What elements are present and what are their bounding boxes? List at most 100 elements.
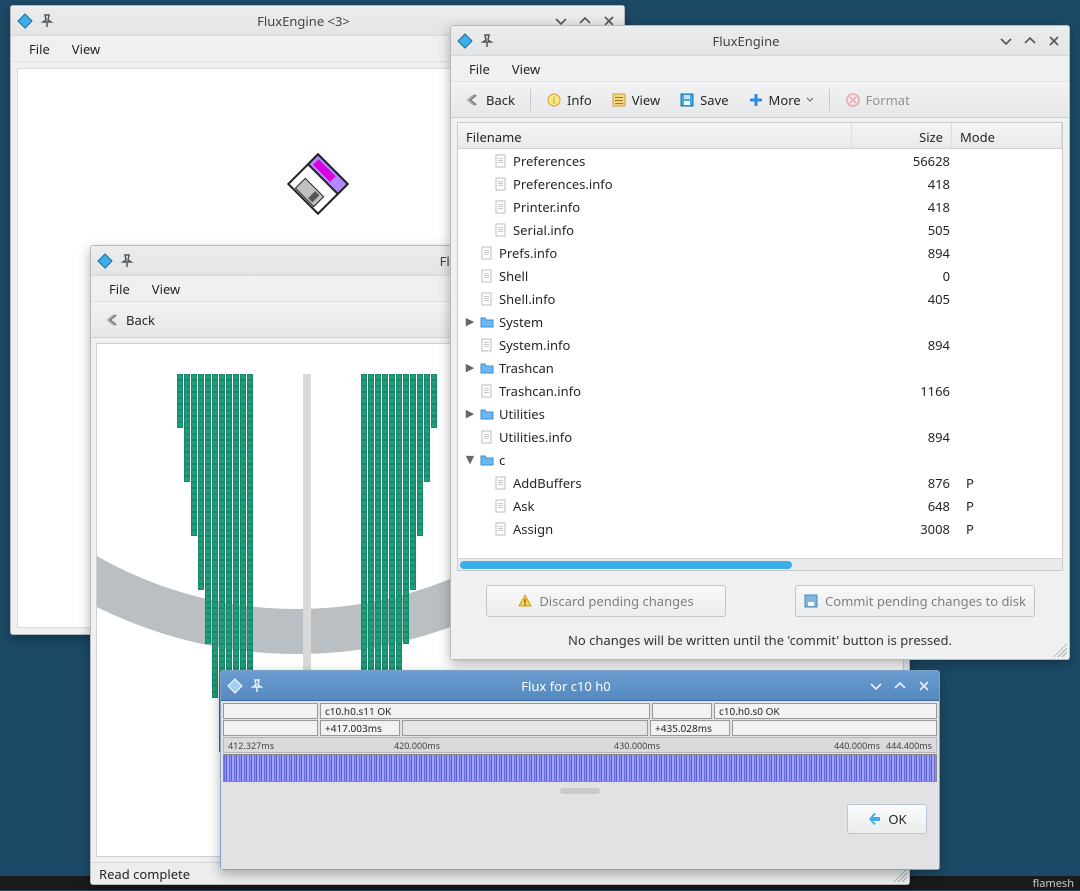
table-body[interactable]: Preferences56628Preferences.info418Print…: [458, 149, 1062, 558]
time-label[interactable]: +435.028ms: [650, 720, 730, 736]
file-size: 3008: [858, 520, 958, 538]
file-name: Utilities: [496, 405, 858, 423]
col-filename[interactable]: Filename: [458, 123, 852, 148]
segment[interactable]: [732, 720, 937, 736]
pin-icon[interactable]: [119, 253, 135, 269]
table-row[interactable]: Preferences56628: [458, 149, 1062, 172]
timing-row[interactable]: +417.003ms +435.028ms: [223, 720, 937, 736]
menu-file[interactable]: File: [19, 37, 60, 61]
table-row[interactable]: Preferences.info418: [458, 172, 1062, 195]
segment[interactable]: [223, 703, 318, 719]
file-size: 1166: [858, 382, 958, 400]
resize-grip[interactable]: [1053, 643, 1067, 657]
pin-icon[interactable]: [249, 678, 265, 694]
table-row[interactable]: Utilities.info894: [458, 425, 1062, 448]
table-row[interactable]: ▼c: [458, 448, 1062, 471]
time-label[interactable]: +417.003ms: [320, 720, 400, 736]
table-row[interactable]: Trashcan.info1166: [458, 379, 1062, 402]
resize-grip[interactable]: [893, 868, 907, 882]
col-mode[interactable]: Mode: [952, 123, 1062, 148]
table-row[interactable]: Prefs.info894: [458, 241, 1062, 264]
expand-toggle[interactable]: ▶: [462, 314, 478, 329]
pin-icon[interactable]: [39, 13, 55, 29]
commit-label: Commit pending changes to disk: [825, 592, 1026, 610]
file-size: 876: [858, 474, 958, 492]
more-button[interactable]: More: [740, 87, 822, 113]
file-size: 418: [858, 175, 958, 193]
table-row[interactable]: Shell0: [458, 264, 1062, 287]
back-button[interactable]: Back: [457, 87, 523, 113]
file-icon: [492, 498, 510, 514]
track-row[interactable]: c10.h0.s11 OK c10.h0.s0 OK: [223, 703, 937, 719]
save-button[interactable]: Save: [671, 87, 736, 113]
menu-view[interactable]: View: [502, 57, 550, 81]
segment-label[interactable]: c10.h0.s0 OK: [714, 703, 937, 719]
file-name: Shell.info: [496, 290, 858, 308]
table-row[interactable]: ▶ Utilities: [458, 402, 1062, 425]
view-label: View: [632, 91, 660, 109]
file-size: 894: [858, 336, 958, 354]
close-button[interactable]: [915, 677, 933, 695]
maximize-button[interactable]: [1021, 32, 1039, 50]
titlebar[interactable]: Flux for c10 h0: [221, 671, 939, 701]
menu-file[interactable]: File: [99, 277, 140, 301]
titlebar[interactable]: FluxEngine: [451, 26, 1069, 56]
ok-button[interactable]: OK: [847, 804, 927, 834]
table-row[interactable]: Serial.info505: [458, 218, 1062, 241]
table-row[interactable]: Assign3008P: [458, 517, 1062, 540]
ok-label: OK: [888, 810, 906, 828]
app-icon: [17, 13, 33, 29]
expand-toggle[interactable]: ▶: [462, 406, 478, 421]
window-flux-viewer: Flux for c10 h0 c10.h0.s11 OK c10.h0.s0 …: [220, 670, 940, 870]
horizontal-scrollbar[interactable]: [458, 558, 1062, 570]
window-fluxengine-browser: FluxEngine File View Back i Info View Sa…: [450, 25, 1070, 660]
toolbar: Back i Info View Save More Format: [451, 82, 1069, 118]
view-button[interactable]: View: [603, 87, 668, 113]
table-row[interactable]: ▶Trashcan: [458, 356, 1062, 379]
menu-view[interactable]: View: [142, 277, 190, 301]
scrollbar-thumb[interactable]: [460, 561, 792, 569]
segment-label[interactable]: c10.h0.s11 OK: [320, 703, 650, 719]
segment[interactable]: [223, 720, 318, 736]
expand-toggle[interactable]: ▶: [462, 360, 478, 375]
time-ruler[interactable]: 412.327ms 420.000ms 430.000ms 440.000ms …: [223, 737, 937, 753]
table-row[interactable]: Shell.info405: [458, 287, 1062, 310]
table-row[interactable]: ▶System: [458, 310, 1062, 333]
taskbar-app[interactable]: flamesh: [1033, 876, 1074, 891]
table-row[interactable]: AddBuffers876P: [458, 471, 1062, 494]
table-row[interactable]: System.info894: [458, 333, 1062, 356]
dropdown-icon: [806, 96, 814, 104]
minimize-button[interactable]: [997, 32, 1015, 50]
more-label: More: [769, 91, 801, 109]
info-button[interactable]: i Info: [538, 87, 600, 113]
discard-label: Discard pending changes: [539, 592, 693, 610]
minimize-button[interactable]: [867, 677, 885, 695]
flux-waveform[interactable]: [223, 754, 937, 782]
file-icon: [478, 291, 496, 307]
back-label: Back: [486, 91, 515, 109]
ruler-tick: 412.327ms: [228, 739, 274, 752]
ok-icon: [867, 811, 883, 827]
file-icon: [492, 521, 510, 537]
drag-handle[interactable]: [560, 788, 600, 794]
menu-view[interactable]: View: [62, 37, 110, 61]
maximize-button[interactable]: [891, 677, 909, 695]
file-name: Printer.info: [510, 198, 858, 216]
table-row[interactable]: Printer.info418: [458, 195, 1062, 218]
table-row[interactable]: Ask648P: [458, 494, 1062, 517]
segment[interactable]: [402, 720, 648, 736]
warning-icon: [517, 593, 533, 609]
menubar: File View: [451, 56, 1069, 82]
file-name: Preferences.info: [510, 175, 858, 193]
file-icon: [492, 199, 510, 215]
expand-toggle[interactable]: ▼: [462, 452, 478, 467]
file-size: 894: [858, 244, 958, 262]
commit-button: Commit pending changes to disk: [795, 585, 1035, 617]
pin-icon[interactable]: [479, 33, 495, 49]
close-button[interactable]: [1045, 32, 1063, 50]
file-size: 405: [858, 290, 958, 308]
back-button[interactable]: Back: [97, 307, 163, 333]
segment[interactable]: [652, 703, 712, 719]
menu-file[interactable]: File: [459, 57, 500, 81]
col-size[interactable]: Size: [852, 123, 952, 148]
